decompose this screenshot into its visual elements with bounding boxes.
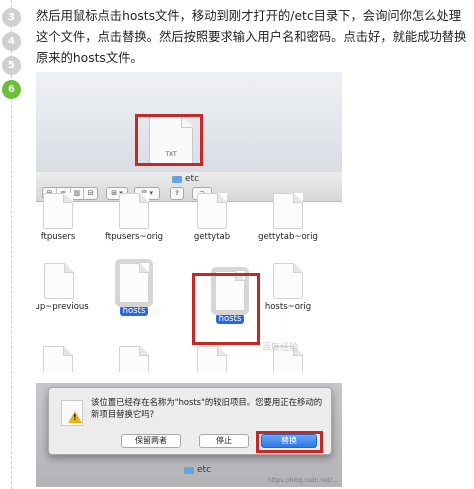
file-item[interactable]: ftpusers~orig	[104, 193, 164, 242]
finder-screenshot: TXT etc ⊞ ≡ ▥ ⊟ ⊞ ▾ ⚙ ▾ ⇪ ⊃ ftpusers ftp…	[36, 72, 342, 372]
replace-dialog: ! 该位置已经存在名称为"hosts"的较旧项目。您要用正在移动的新项目替换它吗…	[48, 387, 332, 455]
file-name: hosts~orig	[264, 302, 312, 312]
document-icon	[273, 193, 303, 229]
finder-title: etc	[184, 465, 211, 475]
finder-title-text: etc	[185, 174, 200, 184]
step-4-badge[interactable]: 4	[2, 32, 21, 51]
file-item[interactable]: gettytab	[182, 193, 242, 242]
file-name: ftpusers	[40, 232, 76, 242]
document-icon	[119, 263, 149, 303]
finder-title: etc	[172, 174, 199, 184]
folder-icon	[172, 175, 182, 183]
file-item[interactable]: ftpusers	[36, 193, 88, 242]
dialog-message: 该位置已经存在名称为"hosts"的较旧项目。您要用正在移动的新项目替换它吗?	[91, 397, 323, 419]
finder-title-text: etc	[197, 465, 212, 475]
file-item[interactable]: gettytab~orig	[258, 193, 318, 242]
document-icon	[197, 346, 227, 372]
highlight-box-dropped-file	[192, 273, 260, 345]
file-name: gettytab	[193, 232, 231, 242]
highlight-box-desktop-file	[135, 114, 203, 166]
file-name-selected: hosts	[119, 306, 149, 316]
document-icon	[43, 346, 73, 372]
document-icon	[273, 263, 303, 299]
document-icon	[119, 346, 149, 372]
folder-icon	[184, 466, 194, 474]
document-icon	[197, 193, 227, 229]
step-instructions: 然后用鼠标点击hosts文件，移动到刚才打开的/etc目录下，会询问你怎么处理这…	[36, 9, 467, 65]
document-icon	[44, 263, 74, 299]
document-icon	[119, 193, 149, 229]
step-5-badge[interactable]: 5	[2, 56, 21, 75]
step-rail: 3 4 5 6	[0, 0, 26, 489]
file-item[interactable]	[182, 346, 242, 372]
source-watermark: https://blog.csdn.net/...	[268, 477, 338, 484]
file-item-selected[interactable]: hosts	[104, 263, 164, 316]
highlight-box-replace-button	[256, 431, 323, 453]
warning-file-icon: !	[61, 400, 83, 426]
step-6-badge[interactable]: 6	[2, 80, 21, 99]
file-item[interactable]	[36, 346, 88, 372]
step-3-badge[interactable]: 3	[2, 8, 21, 27]
watermark: 百度经验	[262, 343, 299, 353]
file-item[interactable]: oup~previous	[36, 263, 92, 312]
file-item[interactable]	[104, 346, 164, 372]
file-name: gettytab~orig	[258, 232, 318, 242]
file-name: ftpusers~orig	[104, 232, 164, 242]
document-icon	[43, 193, 73, 229]
stop-button[interactable]: 停止	[199, 434, 249, 448]
file-item[interactable]: hosts~orig	[258, 263, 318, 312]
keep-both-button[interactable]: 保留两者	[121, 434, 181, 448]
replace-dialog-screenshot: ! 该位置已经存在名称为"hosts"的较旧项目。您要用正在移动的新项目替换它吗…	[36, 383, 342, 487]
file-name: oup~previous	[36, 302, 89, 312]
warning-triangle-icon: !	[68, 411, 82, 423]
